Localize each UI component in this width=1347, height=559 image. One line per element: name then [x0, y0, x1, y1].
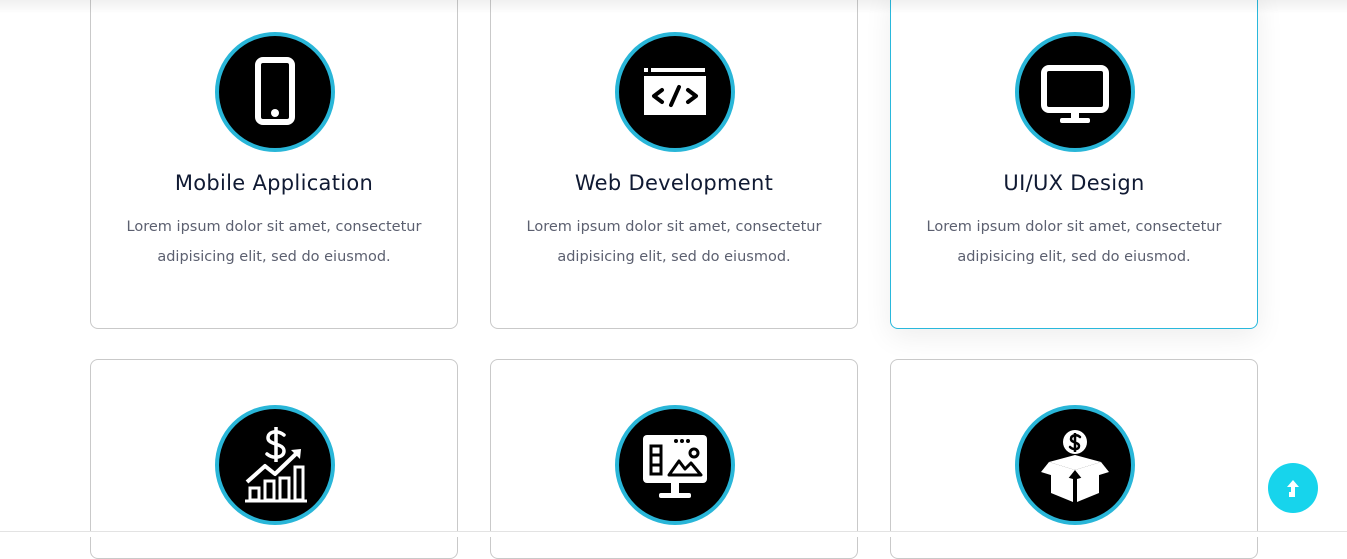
service-description: Lorem ipsum dolor sit amet, consectetur … [926, 219, 1222, 265]
service-title: UI/UX Design [1003, 171, 1145, 195]
mobile-phone-icon [215, 32, 335, 152]
service-card-5[interactable] [490, 359, 858, 559]
service-title: Mobile Application [174, 171, 374, 195]
arrow-up-icon [1287, 480, 1299, 497]
service-card-6[interactable] [890, 359, 1258, 559]
scroll-to-top-button[interactable] [1268, 463, 1318, 513]
service-card-mobile-application[interactable]: Mobile Application Lorem ipsum dolor sit… [90, 0, 458, 329]
service-title: Web Development [574, 171, 774, 195]
service-card-ui-ux-design[interactable]: UI/UX Design Lorem ipsum dolor sit amet,… [890, 0, 1258, 329]
dashboard-monitor-icon [615, 405, 735, 525]
service-description: Lorem ipsum dolor sit amet, consectetur … [126, 219, 422, 265]
service-card-web-development[interactable]: Web Development Lorem ipsum dolor sit am… [490, 0, 858, 329]
monitor-icon [1015, 32, 1135, 152]
code-window-icon [615, 32, 735, 152]
viewport-edge [0, 532, 1347, 537]
dollar-growth-chart-icon [215, 405, 335, 525]
service-card-4[interactable] [90, 359, 458, 559]
service-description: Lorem ipsum dolor sit amet, consectetur … [526, 219, 822, 265]
money-box-icon [1015, 405, 1135, 525]
